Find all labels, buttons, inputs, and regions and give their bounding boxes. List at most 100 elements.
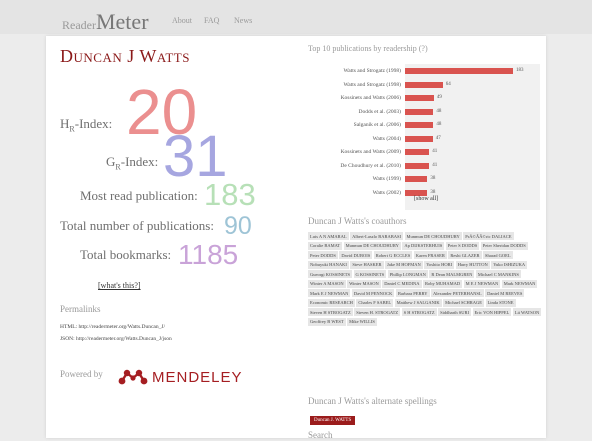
coauthor-tag[interactable]: Yuko ISHIZUKA [491, 260, 528, 269]
coauthor-tag[interactable]: Luis A N AMARAL [308, 232, 349, 240]
chart-row: Watts (1999) 38 [308, 174, 544, 184]
chart-value-label: 38 [430, 176, 436, 181]
coauthor-tag[interactable]: Michael C MANKINS [475, 270, 521, 278]
nav-about-link[interactable]: About [172, 16, 192, 25]
coauthor-tag[interactable]: Steve HASKER [350, 260, 384, 269]
chart-bar [405, 162, 430, 169]
coauthor-tag[interactable]: David M PENNOCK [351, 289, 395, 297]
coauthor-tag[interactable]: Siddharth SURI [438, 308, 472, 316]
chart-category-label[interactable]: Watts (1999) [308, 174, 401, 184]
coauthor-tag[interactable]: Matthew J SALGANIK [394, 298, 442, 307]
chart-category-label[interactable]: Watts (2002) [308, 188, 401, 198]
nav-faq-link[interactable]: FAQ [204, 16, 219, 25]
coauthor-tag[interactable]: Winter MASON [347, 279, 381, 288]
chart-row: Watts and Strogatz (1998) 64 [308, 80, 544, 90]
whats-this-link[interactable]: [what's this?] [98, 281, 141, 290]
coauthor-tag[interactable]: Mark E J NEWMAN [308, 289, 351, 297]
coauthor-tag[interactable]: Eric VON HIPPEL [472, 308, 512, 316]
coauthor-tag[interactable]: David DUBOIS [339, 251, 373, 259]
coauthor-tag[interactable]: Karen FRASER [413, 251, 447, 259]
coauthor-tag[interactable]: Gueorgi KOSSINETS [308, 270, 353, 278]
readermeter-logo[interactable]: ReaderMeter [62, 9, 149, 35]
coauthor-tag[interactable]: Mike WILLIS [347, 317, 377, 326]
search-heading: Search [308, 430, 333, 438]
chart-category-label[interactable]: Dodds et al. (2003) [308, 107, 401, 117]
top-publications-chart: Watts and Strogatz (1998) 183 Watts and St… [308, 64, 544, 212]
coauthor-tag[interactable]: Munmun DE CHOUDHURY [404, 232, 462, 240]
chart-bar [405, 95, 434, 101]
chart-category-label[interactable]: Watts and Strogatz (1998) [308, 80, 401, 90]
coauthor-tag[interactable]: Robert G ECCLES [373, 251, 413, 259]
coauthor-tag[interactable]: Linda STONE [485, 298, 516, 307]
coauthor-tag[interactable]: Jake M HOFMAN [385, 260, 423, 269]
coauthor-tag[interactable]: Munmun DE CHOUDHURY [343, 241, 401, 250]
permalinks-heading: Permalinks [60, 304, 101, 314]
coauthor-tag[interactable]: Nobuyuki HANAKI [308, 260, 349, 269]
chart-bar [405, 149, 430, 155]
coauthor-tag[interactable]: R Dean MALMGREN [429, 270, 475, 278]
chart-category-label[interactable]: De Choudhury et al. (2010) [308, 161, 401, 171]
coauthor-tag[interactable]: Mark NEWMAN [501, 279, 538, 288]
nav-news-link[interactable]: News [234, 16, 252, 25]
logo-meter-text: Meter [95, 9, 149, 34]
most-read-value: 183 [204, 177, 256, 212]
chart-bar [405, 176, 428, 182]
chart-row: Watts (2004) 47 [308, 134, 544, 144]
chart-value-label: 48 [436, 108, 442, 114]
permalink-json[interactable]: JSON: http://readermeter.org/Watts.Dunca… [60, 336, 172, 342]
chart-category-label[interactable]: Kossinets and Watts (2006) [308, 93, 401, 103]
coauthor-tag[interactable]: G KOSSINETS [353, 270, 387, 278]
coauthor-tag[interactable]: S H STROGATZ [401, 308, 437, 316]
coauthor-tag[interactable]: Peter Sheridan DODDS [480, 241, 528, 250]
show-all-link[interactable]: [show all] [414, 196, 438, 202]
chart-category-label[interactable]: Watts and Strogatz (1998) [308, 66, 401, 76]
coauthor-tag[interactable]: Geoffrey B WEST [308, 317, 346, 326]
coauthor-tag[interactable]: Charles F SABEL [356, 298, 394, 307]
coauthor-tag[interactable]: Steven H. STROGATZ [354, 308, 401, 316]
coauthor-tag[interactable]: Reshi GLAZER [448, 251, 482, 259]
total-publications-label: Total number of publications: [60, 218, 214, 233]
coauthor-tag[interactable]: Harry HUTTON [455, 260, 490, 269]
coauthor-tag[interactable]: Yoshito HORI [424, 260, 455, 269]
coauthor-tag[interactable]: Barbara PERRY [395, 289, 430, 297]
chart-value-label: 41 [432, 162, 438, 168]
chart-value-label: 41 [432, 149, 438, 154]
coauthor-tag[interactable]: Winter A MASON [308, 279, 346, 288]
coauthor-tag[interactable]: Michael SCHRAGE [443, 298, 485, 307]
chart-row: Watts and Strogatz (1998) 183 [308, 66, 544, 76]
chart-category-label[interactable]: Salganik et al. (2006) [308, 120, 401, 130]
coauthor-tag[interactable]: Lii WATSON [512, 308, 542, 316]
coauthor-tag[interactable]: Economic RESEARCH [308, 298, 355, 307]
total-bookmarks-value: 1185 [178, 239, 239, 270]
total-publications-value: 90 [224, 212, 252, 240]
coauthor-tag[interactable]: Roby MUHAMAD [423, 279, 463, 288]
coauthor-tag[interactable]: Sharad GOEL [483, 251, 513, 259]
chart-category-label[interactable]: Watts (2004) [308, 134, 401, 144]
mendeley-logo[interactable]: MENDELEY [118, 368, 243, 386]
coauthor-tag[interactable]: Daniel M REEVES [485, 289, 525, 297]
coauthor-tag[interactable]: PrÃ©ÂÂ©ric DALIACE [463, 232, 514, 240]
alternate-spelling-tag[interactable]: Duncan J. WATTS [310, 416, 356, 425]
coauthor-tag[interactable]: Ap DIJKSTERHUIS [402, 241, 445, 250]
coauthors-list: Luis A N AMARAL Albert-Laszlo BARABASI Mun… [308, 232, 542, 326]
logo-reader-text: Reader [62, 18, 96, 32]
chart-category-label[interactable]: Kossinets and Watts (2009) [308, 147, 401, 157]
chart-bar [405, 81, 443, 88]
most-read-label: Most read publication: [80, 188, 198, 203]
coauthor-tag[interactable]: Coralie BAMAT [308, 241, 343, 250]
permalink-html[interactable]: HTML: http://readermeter.org/Watts.Dunca… [60, 324, 165, 330]
coauthor-tag[interactable]: Peter DODDS [308, 251, 338, 259]
coauthor-tag[interactable]: Phillip LONGMAN [387, 270, 428, 278]
chart-bar [405, 189, 428, 196]
coauthor-tag[interactable]: Albert-Laszlo BARABASI [350, 232, 404, 240]
coauthor-tag[interactable]: Steven H STROGATZ [308, 308, 353, 316]
mendeley-logo-icon [118, 369, 148, 385]
chart-bar [405, 122, 434, 128]
author-name: Duncan J Watts [60, 46, 190, 66]
coauthor-tag[interactable]: Peter S DODDS [445, 241, 480, 250]
chart-value-label: 183 [515, 68, 524, 73]
coauthor-tag[interactable]: Daniel C MEDINA [382, 279, 422, 288]
coauthor-tag[interactable]: Alexander PETERHANSL [431, 289, 484, 297]
coauthor-tag[interactable]: M E J NEWMAN [463, 279, 501, 288]
mendeley-wordmark: MENDELEY [152, 368, 243, 386]
